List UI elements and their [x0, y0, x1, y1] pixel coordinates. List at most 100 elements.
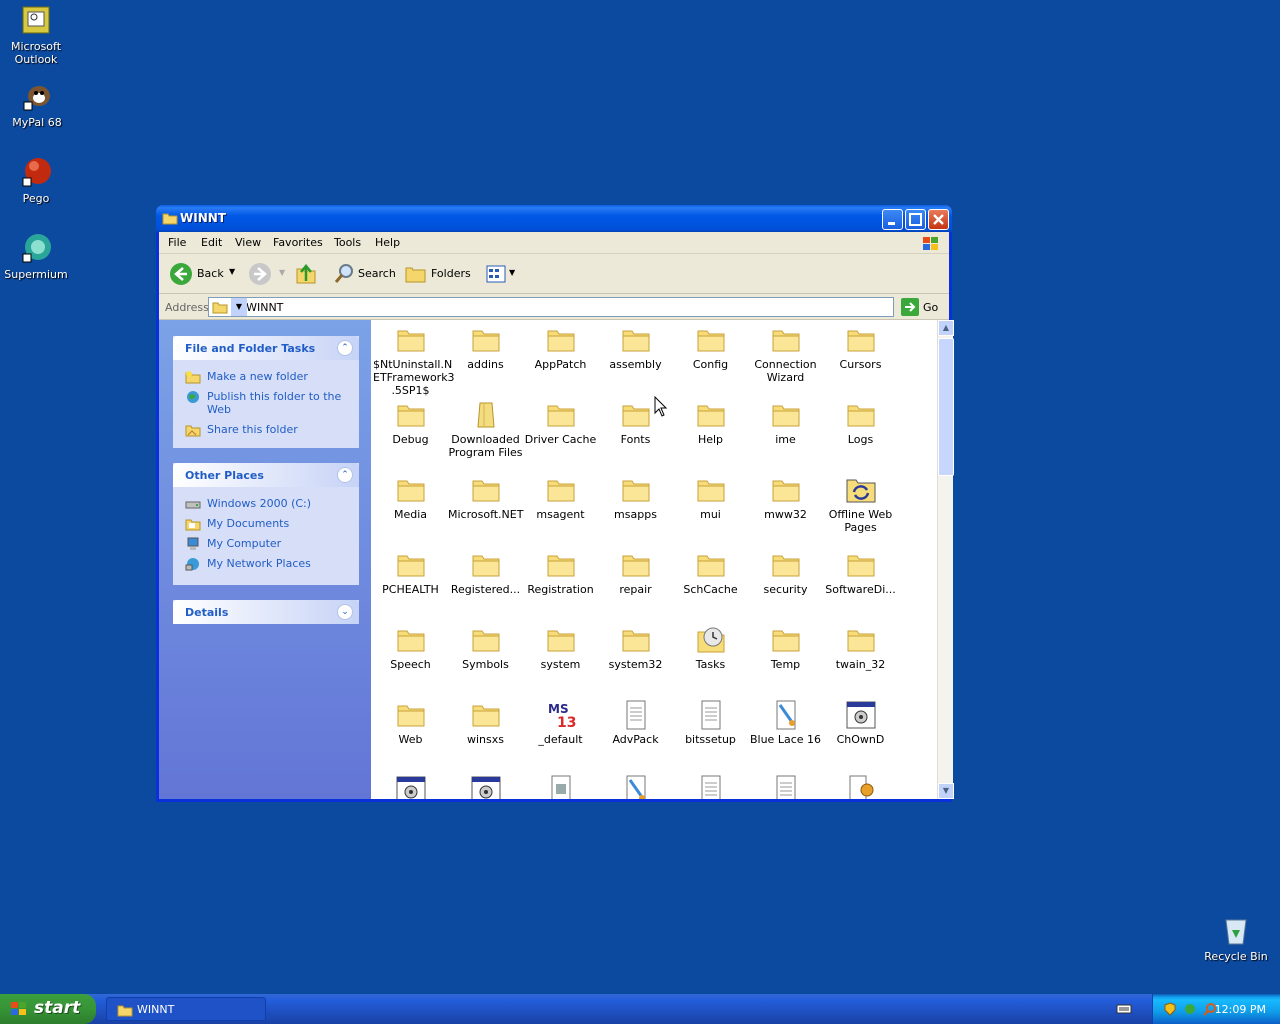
- scroll-down-button[interactable]: ▼: [938, 783, 954, 799]
- collapse-chevron-icon[interactable]: ⌃: [337, 340, 353, 356]
- go-button[interactable]: Go: [899, 297, 943, 317]
- file-item[interactable]: assembly: [598, 324, 673, 371]
- file-item[interactable]: Temp: [748, 624, 823, 671]
- menu-view[interactable]: View: [235, 236, 261, 249]
- up-folder-icon[interactable]: [295, 263, 317, 285]
- file-item[interactable]: Speech: [373, 624, 448, 671]
- file-item[interactable]: [523, 774, 598, 799]
- file-item[interactable]: Microsoft.NET: [448, 474, 523, 521]
- file-item[interactable]: msagent: [523, 474, 598, 521]
- collapse-chevron-icon[interactable]: ⌃: [337, 467, 353, 483]
- chevron-down-icon[interactable]: ▼: [279, 268, 285, 277]
- close-button[interactable]: [928, 209, 949, 230]
- file-item[interactable]: Logs: [823, 399, 898, 446]
- maximize-button[interactable]: [905, 209, 926, 230]
- task-publish-folder[interactable]: Publish this folder to the Web: [173, 390, 359, 416]
- start-button[interactable]: start: [0, 994, 96, 1024]
- place-windows-2000-c[interactable]: Windows 2000 (C:): [173, 497, 359, 510]
- expand-chevron-icon[interactable]: ⌄: [337, 604, 353, 620]
- file-item[interactable]: MS 13 _default: [523, 699, 598, 746]
- file-item[interactable]: winsxs: [448, 699, 523, 746]
- taskbar-button-winnt[interactable]: WINNT: [106, 997, 266, 1021]
- file-item[interactable]: PCHEALTH: [373, 549, 448, 596]
- file-item[interactable]: repair: [598, 549, 673, 596]
- file-item[interactable]: Config: [673, 324, 748, 371]
- menu-help[interactable]: Help: [375, 236, 400, 249]
- file-item[interactable]: addins: [448, 324, 523, 371]
- panel-header[interactable]: File and Folder Tasks ⌃: [173, 336, 359, 360]
- scroll-up-button[interactable]: ▲: [938, 320, 954, 336]
- file-item[interactable]: [673, 774, 748, 799]
- file-item[interactable]: [448, 774, 523, 799]
- file-item[interactable]: Driver Cache: [523, 399, 598, 446]
- file-item[interactable]: Debug: [373, 399, 448, 446]
- file-item[interactable]: Media: [373, 474, 448, 521]
- file-item[interactable]: Blue Lace 16: [748, 699, 823, 746]
- chevron-down-icon[interactable]: ▼: [229, 267, 235, 276]
- place-my-computer[interactable]: My Computer: [173, 537, 359, 550]
- file-item[interactable]: SchCache: [673, 549, 748, 596]
- file-item[interactable]: system: [523, 624, 598, 671]
- scroll-thumb[interactable]: [938, 338, 954, 476]
- desktop-icon-outlook[interactable]: Microsoft Outlook: [0, 4, 74, 66]
- menu-favorites[interactable]: Favorites: [273, 236, 323, 249]
- file-item[interactable]: ime: [748, 399, 823, 446]
- task-share-folder[interactable]: Share this folder: [173, 423, 359, 437]
- network-tray-icon[interactable]: [1183, 1002, 1197, 1016]
- file-item[interactable]: msapps: [598, 474, 673, 521]
- file-item[interactable]: twain_32: [823, 624, 898, 671]
- file-item[interactable]: mui: [673, 474, 748, 521]
- file-item[interactable]: ChOwnD: [823, 699, 898, 746]
- panel-header[interactable]: Other Places ⌃: [173, 463, 359, 487]
- file-item[interactable]: $NtUninstall.N ETFramework3 .5SP1$: [373, 324, 455, 397]
- chevron-down-icon[interactable]: ▼: [231, 298, 247, 316]
- place-my-documents[interactable]: My Documents: [173, 517, 359, 531]
- file-item[interactable]: Tasks: [673, 624, 748, 671]
- file-item[interactable]: Connection Wizard: [748, 324, 823, 384]
- downloaded-program-files-icon: [476, 402, 495, 428]
- file-item[interactable]: Downloaded Program Files: [448, 399, 523, 459]
- file-item[interactable]: AdvPack: [598, 699, 673, 746]
- file-item-label: Fonts: [620, 433, 651, 446]
- file-item[interactable]: [598, 774, 673, 799]
- file-item[interactable]: security: [748, 549, 823, 596]
- back-button[interactable]: Back ▼: [167, 261, 235, 287]
- file-item[interactable]: system32: [598, 624, 673, 671]
- file-item[interactable]: SoftwareDi...: [823, 549, 898, 596]
- security-shield-icon[interactable]: [1163, 1002, 1177, 1016]
- search-button[interactable]: Search: [331, 261, 396, 287]
- desktop-icon-mypal[interactable]: MyPal 68: [0, 80, 75, 129]
- desktop-icon-supermium[interactable]: Supermium: [0, 232, 74, 281]
- title-bar[interactable]: WINNT: [156, 205, 952, 232]
- file-item[interactable]: mww32: [748, 474, 823, 521]
- file-item[interactable]: Help: [673, 399, 748, 446]
- file-item[interactable]: [373, 774, 448, 799]
- file-item[interactable]: bitssetup: [673, 699, 748, 746]
- desktop-icon-recycle-bin[interactable]: Recycle Bin: [1198, 914, 1274, 963]
- folder-icon: [697, 330, 724, 352]
- file-item[interactable]: Web: [373, 699, 448, 746]
- minimize-button[interactable]: [882, 209, 903, 230]
- file-item[interactable]: Symbols: [448, 624, 523, 671]
- file-item[interactable]: Registered...: [448, 549, 523, 596]
- folders-button[interactable]: Folders: [403, 261, 471, 287]
- place-my-network-places[interactable]: My Network Places: [173, 557, 359, 571]
- file-item[interactable]: Cursors: [823, 324, 898, 371]
- keyboard-icon[interactable]: [1116, 1003, 1132, 1015]
- file-item[interactable]: AppPatch: [523, 324, 598, 371]
- menu-file[interactable]: File: [168, 236, 186, 249]
- views-button[interactable]: ▼: [483, 262, 519, 286]
- vertical-scrollbar[interactable]: ▲ ▼: [937, 320, 954, 799]
- address-field[interactable]: C:\WINNT ▼: [208, 297, 894, 317]
- menu-edit[interactable]: Edit: [201, 236, 222, 249]
- forward-arrow-icon[interactable]: [248, 262, 272, 286]
- file-item[interactable]: [823, 774, 898, 799]
- task-make-new-folder[interactable]: Make a new folder: [173, 370, 359, 384]
- file-item[interactable]: Offline Web Pages: [823, 474, 898, 534]
- folder-icon: [397, 555, 424, 577]
- file-item[interactable]: Registration: [523, 549, 598, 596]
- file-item[interactable]: [748, 774, 823, 799]
- desktop-icon-pego[interactable]: Pego: [0, 156, 74, 205]
- panel-header[interactable]: Details ⌄: [173, 600, 359, 624]
- menu-tools[interactable]: Tools: [334, 236, 361, 249]
